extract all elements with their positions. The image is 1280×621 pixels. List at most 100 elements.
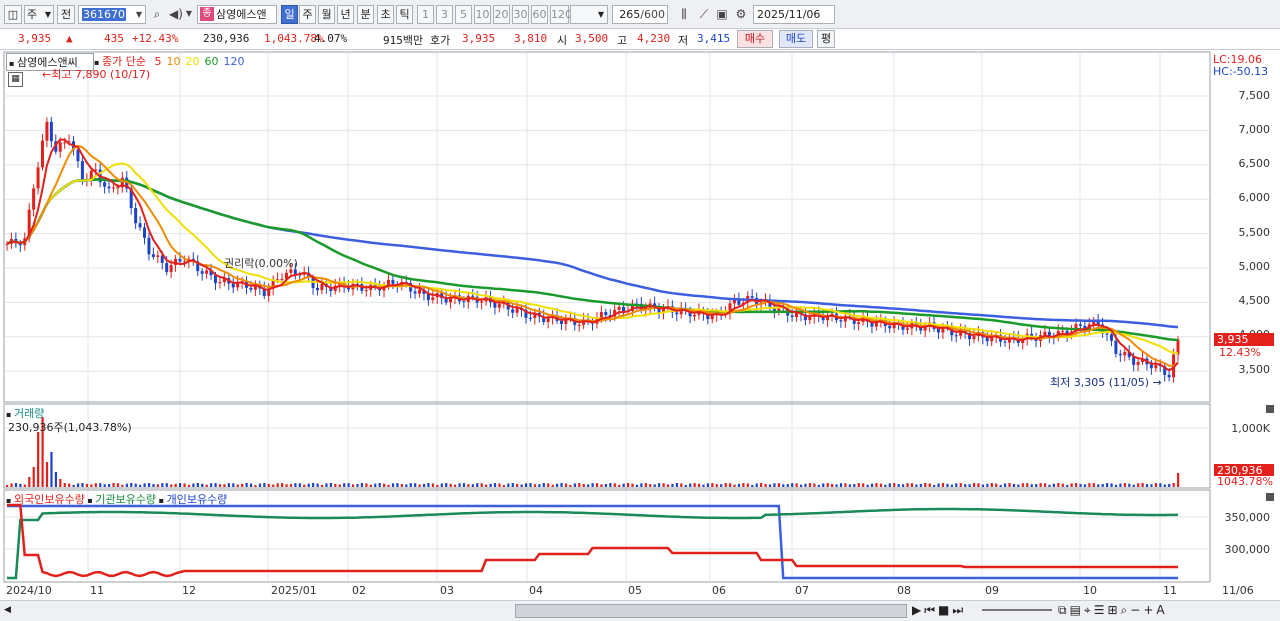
scroll-thumb[interactable]: [515, 604, 907, 618]
interval-button-120[interactable]: 120: [550, 5, 572, 24]
interval-button-60[interactable]: 60: [531, 5, 548, 24]
table-icon[interactable]: ▦: [8, 72, 23, 87]
period-tab-1[interactable]: 주: [299, 5, 316, 24]
chevron-down-icon[interactable]: ▼: [184, 6, 194, 22]
date-axis-label: 06: [712, 584, 726, 597]
layout-icon[interactable]: ▤: [1070, 603, 1084, 617]
gear-icon[interactable]: ⚙: [733, 6, 749, 22]
buy-button[interactable]: 매수: [737, 30, 773, 48]
volume-bar: [866, 484, 869, 487]
volume-bar: [591, 483, 594, 487]
volume-bar: [453, 484, 457, 487]
plus-icon[interactable]: +: [1143, 603, 1156, 617]
sell-button[interactable]: 매도: [779, 30, 813, 48]
interval-button-30[interactable]: 30: [512, 5, 529, 24]
right-arrow-icon: →: [1152, 376, 1162, 389]
chart-scrollbar[interactable]: ◀ ▶⏮■⏭ ⧉▤⌖☰⊞⌕−+A: [0, 600, 1280, 621]
date-axis-label: 11: [90, 584, 104, 597]
interval-custom-select[interactable]: ▼: [570, 5, 608, 24]
period-tab-4[interactable]: 분: [357, 5, 374, 24]
volume-bar: [1039, 483, 1042, 487]
price-axis-label: 7,500: [1238, 89, 1271, 102]
compare-icon[interactable]: ⧉: [1058, 603, 1070, 617]
playback-controls[interactable]: ▶⏮■⏭: [912, 603, 966, 618]
minus-icon[interactable]: −: [1130, 603, 1143, 617]
draw-tool-icon[interactable]: ⟋: [696, 6, 712, 22]
holdings-legend-2[interactable]: 개인보유수량: [167, 493, 228, 506]
holdings-legend[interactable]: ▪ 외국인보유수량 ▪ 기관보유수량 ▪ 개인보유수량: [6, 491, 227, 507]
current-pct-label: 12.43%: [1219, 346, 1261, 359]
price-axis-label: 3,500: [1238, 363, 1271, 376]
holdings-axis-label: 300,000: [1224, 543, 1271, 556]
market-select[interactable]: 주 ▼: [24, 5, 54, 24]
zoom-icon[interactable]: ⌕: [1121, 603, 1131, 617]
speaker-icon[interactable]: ◀): [168, 6, 184, 22]
volume-bar: [631, 483, 634, 487]
candle-body: [111, 187, 115, 189]
volume-bar: [924, 483, 927, 487]
candle-body: [471, 295, 475, 297]
ma-legend-60[interactable]: 60: [204, 55, 218, 68]
zoom-slider[interactable]: [982, 609, 1052, 611]
candle-body: [151, 254, 155, 257]
period-tab-5[interactable]: 초: [377, 5, 394, 24]
period-tab-0[interactable]: 일: [281, 5, 298, 24]
ma-legend-5[interactable]: 5: [154, 55, 161, 68]
play-icon[interactable]: ▶: [912, 603, 924, 617]
volume-bar: [436, 484, 439, 487]
volume-bar: [1101, 483, 1104, 487]
volume-bar: [968, 484, 971, 487]
holdings-legend-0[interactable]: 외국인보유수량: [14, 493, 85, 506]
data-count-input[interactable]: 265/600: [612, 5, 668, 24]
stop-icon[interactable]: ■: [938, 603, 952, 617]
period-tab-6[interactable]: 틱: [396, 5, 413, 24]
price-chart[interactable]: [0, 50, 1280, 600]
eval-button[interactable]: 평: [817, 30, 835, 48]
ma-legend-10[interactable]: 10: [166, 55, 180, 68]
holdings-legend-1[interactable]: 기관보유수량: [95, 493, 156, 506]
volume-bar: [520, 484, 523, 487]
stock-name-box[interactable]: 종 삼영에스앤: [197, 5, 277, 24]
window-menu-icon[interactable]: ◫: [4, 5, 22, 24]
volume-bar: [822, 483, 825, 487]
candle-body: [1043, 331, 1047, 336]
volume-bar: [1132, 484, 1135, 487]
ma-legend-20[interactable]: 20: [185, 55, 199, 68]
period-tab-2[interactable]: 월: [318, 5, 335, 24]
interval-button-10[interactable]: 10: [474, 5, 491, 24]
low-annotation-text: 최저 3,305 (11/05): [1050, 376, 1150, 389]
panel-close-icon[interactable]: [1266, 405, 1274, 413]
volume-bar: [387, 484, 390, 487]
candle-body: [45, 121, 49, 141]
interval-button-3[interactable]: 3: [436, 5, 453, 24]
forward-icon[interactable]: ⏭: [952, 603, 966, 617]
interval-button-5[interactable]: 5: [455, 5, 472, 24]
volume-bar: [192, 483, 195, 487]
period-tab-3[interactable]: 년: [337, 5, 354, 24]
interval-button-1[interactable]: 1: [417, 5, 434, 24]
candle-body: [40, 140, 44, 168]
interval-button-20[interactable]: 20: [493, 5, 510, 24]
candle-body: [147, 237, 151, 255]
scroll-left-icon[interactable]: ◀: [4, 605, 11, 615]
candle-chart-icon[interactable]: ⫼: [676, 6, 692, 22]
view-tools[interactable]: ⧉▤⌖☰⊞⌕−+A: [1058, 603, 1168, 618]
crosshair-icon[interactable]: ⌖: [1084, 603, 1094, 617]
text-icon[interactable]: A: [1156, 603, 1167, 617]
grid-icon[interactable]: ⊞: [1107, 603, 1120, 617]
date-axis-label: 04: [529, 584, 543, 597]
search-icon[interactable]: ⌕: [149, 6, 165, 22]
prev-button[interactable]: 전: [57, 5, 75, 24]
save-icon[interactable]: ▣: [714, 6, 730, 22]
volume-bar: [879, 483, 883, 487]
volume-bar: [214, 483, 217, 487]
ma-legend-120[interactable]: 120: [223, 55, 244, 68]
date-input[interactable]: 2025/11/06: [753, 5, 835, 24]
volume-bar: [187, 484, 191, 487]
stock-code-input[interactable]: 361670 ▼: [78, 5, 146, 24]
settings-icon[interactable]: ☰: [1094, 603, 1108, 617]
volume-bar: [360, 483, 364, 487]
panel-close-icon[interactable]: [1266, 493, 1274, 501]
rewind-icon[interactable]: ⏮: [924, 603, 938, 617]
volume-bar: [391, 483, 395, 487]
